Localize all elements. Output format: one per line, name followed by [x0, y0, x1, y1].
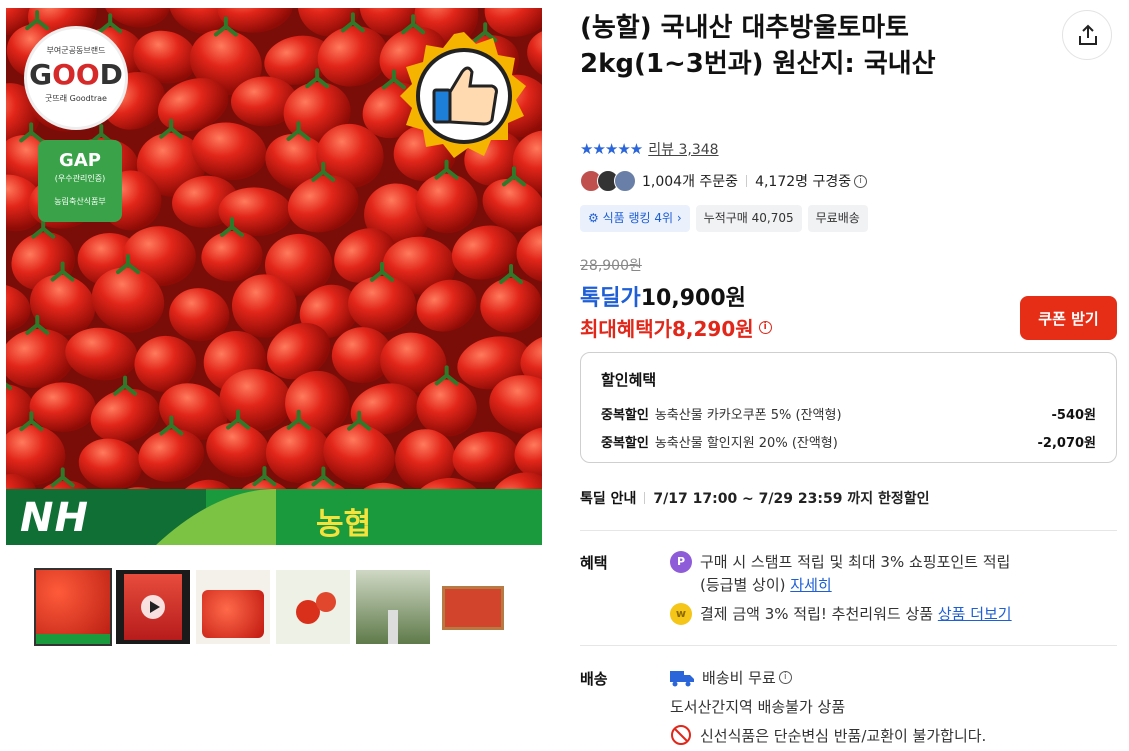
- max-price: 8,290원: [672, 317, 754, 341]
- avatar: [614, 170, 636, 192]
- reward-coin-icon: w: [670, 603, 692, 625]
- play-icon: [141, 595, 165, 619]
- ranking-chip[interactable]: ⚙ 식품 랭킹 4위 ›: [580, 205, 690, 232]
- cumulative-chip: 누적구매 40,705: [695, 205, 802, 232]
- deal-notice: 톡딜 안내 7/17 17:00 ~ 7/29 23:59 까지 한정할인: [580, 488, 929, 508]
- thumbnail-4[interactable]: [276, 570, 350, 644]
- thumbnail-strip: [34, 568, 510, 646]
- share-button[interactable]: [1062, 10, 1112, 60]
- deal-price: 10,900원: [640, 286, 746, 311]
- thumbnail-6[interactable]: [436, 570, 510, 644]
- detail-link[interactable]: 자세히: [790, 576, 831, 594]
- ordering-count: 1,004개 주문중: [642, 174, 739, 190]
- shipping-label: 배송: [580, 670, 608, 688]
- divider: [580, 645, 1117, 646]
- prohibited-icon: [671, 725, 691, 745]
- benefits-label: 혜택: [580, 554, 608, 572]
- truck-icon: [670, 670, 694, 686]
- nh-banner: NH 농협: [6, 489, 542, 545]
- thumbnail-5[interactable]: [356, 570, 430, 644]
- discount-box: 할인혜택 중복할인 농축산물 카카오쿠폰 5% (잔액형) -540원 중복할인…: [580, 352, 1117, 463]
- max-label: 최대혜택가: [580, 317, 672, 341]
- benefit-line-2: w 결제 금액 3% 적립! 추천리워드 상품 상품 더보기: [670, 603, 1012, 625]
- good-brand-badge: 부여군공동브랜드 GOOD 굿뜨래 Goodtrae: [24, 26, 128, 130]
- discount-title: 할인혜택: [601, 371, 657, 389]
- rating-row: ★★★★★ 리뷰 3,348: [580, 139, 719, 159]
- thumbs-up-icon: [400, 32, 526, 158]
- shipping-fee-line: 배송비 무료 i: [670, 667, 792, 688]
- discount-row: 중복할인 농축산물 카카오쿠폰 5% (잔액형) -540원: [601, 408, 1096, 423]
- coupon-button[interactable]: 쿠폰 받기: [1020, 296, 1117, 340]
- divider: [580, 530, 1117, 531]
- thumbnail-1[interactable]: [34, 568, 112, 646]
- free-shipping-chip: 무료배송: [807, 205, 868, 232]
- badge-chips: ⚙ 식품 랭킹 4위 › 누적구매 40,705 무료배송: [580, 205, 868, 232]
- star-rating: ★★★★★: [580, 140, 643, 158]
- share-icon: [1079, 24, 1097, 45]
- order-stats-row: 1,004개 주문중 4,172명 구경중 i: [580, 170, 868, 192]
- discount-row: 중복할인 농축산물 할인지원 20% (잔액형) -2,070원: [601, 436, 1096, 451]
- thumbnail-3[interactable]: [196, 570, 270, 644]
- buyer-avatars: [580, 170, 636, 192]
- deal-price-row: 톡딜가10,900원: [580, 280, 746, 312]
- notice-label: 톡딜 안내: [580, 491, 637, 507]
- product-info-panel: (농할) 국내산 대추방울토마토 2kg(1~3번과) 원산지: 국내산: [580, 10, 1120, 82]
- shipping-restriction: 도서산간지역 배송불가 상품: [670, 698, 846, 716]
- nonghyup-name: 농협: [316, 507, 372, 542]
- thumbnail-2-video[interactable]: [116, 570, 190, 644]
- benefit-line-1: P 구매 시 스탬프 적립 및 최대 3% 쇼핑포인트 적립 (등급별 상이) …: [670, 551, 1010, 595]
- viewing-count: 4,172명 구경중: [755, 174, 852, 190]
- return-policy-line: 신선식품은 단순변심 반품/교환이 불가합니다.: [670, 724, 986, 746]
- deal-label: 톡딜가: [580, 286, 641, 311]
- original-price: 28,900원: [580, 258, 642, 274]
- info-icon[interactable]: i: [778, 671, 792, 684]
- notice-text: 7/17 17:00 ~ 7/29 23:59 까지 한정할인: [653, 491, 930, 507]
- more-products-link[interactable]: 상품 더보기: [938, 603, 1012, 624]
- review-link[interactable]: 리뷰 3,348: [648, 139, 718, 159]
- product-title: (농할) 국내산 대추방울토마토 2kg(1~3번과) 원산지: 국내산: [580, 13, 936, 79]
- point-icon: P: [670, 551, 692, 573]
- gap-certification-badge: GAP (우수관리인증) 농림축산식품부: [38, 140, 122, 222]
- info-icon[interactable]: i: [758, 321, 772, 334]
- good-logo-text: GOOD: [29, 58, 123, 91]
- nh-logo: NH: [20, 495, 89, 541]
- info-icon[interactable]: i: [854, 174, 868, 188]
- product-main-image[interactable]: 부여군공동브랜드 GOOD 굿뜨래 Goodtrae GAP (우수관리인증) …: [6, 8, 542, 545]
- max-benefit-row: 최대혜택가 8,290원 i: [580, 313, 772, 342]
